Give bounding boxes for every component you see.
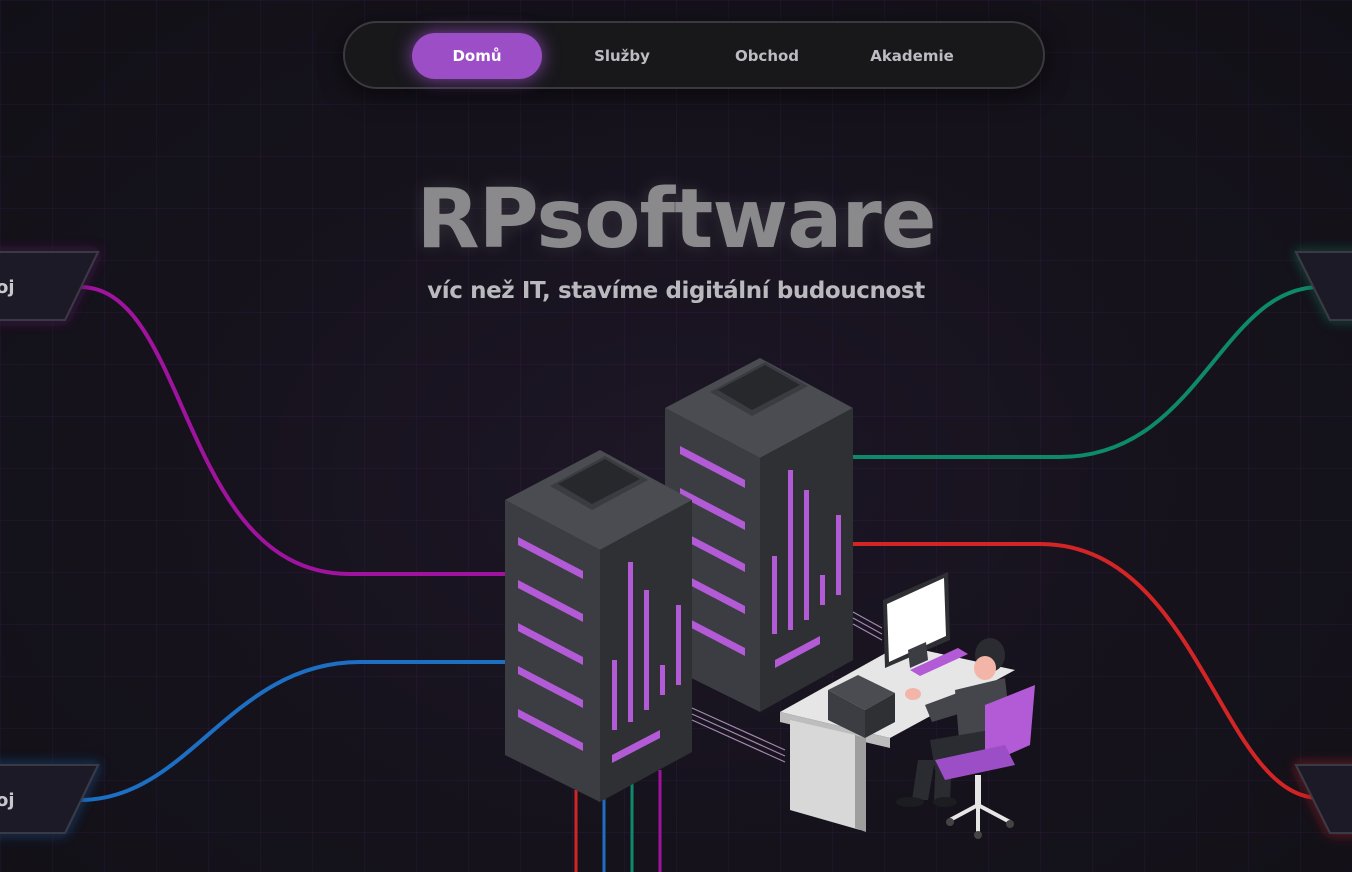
hero-stage: oj oj RPsoftware víc než IT, stavíme dig… [0,0,1352,872]
nav-item-sluzby[interactable]: Služby [567,33,677,79]
nav-item-akademie[interactable]: Akademie [852,33,972,79]
nav-item-domu[interactable]: Domů [412,33,542,79]
main-nav: Domů Služby Obchod Akademie [343,21,1045,89]
connector-line-magenta [79,285,520,576]
server-tower-front [505,450,692,802]
side-panel-bottom-right [1294,764,1352,834]
hero-subtitle: víc než IT, stavíme digitální budoucnost [427,278,925,304]
side-tag-bottom-left[interactable]: oj [0,790,15,811]
server-tower-back [665,358,853,712]
hero-illustration [0,251,1352,872]
connector-line-blue [79,660,520,802]
hero-title: RPsoftware [416,172,937,267]
connector-line-teal [850,285,1321,459]
nav-item-obchod[interactable]: Obchod [712,33,822,79]
